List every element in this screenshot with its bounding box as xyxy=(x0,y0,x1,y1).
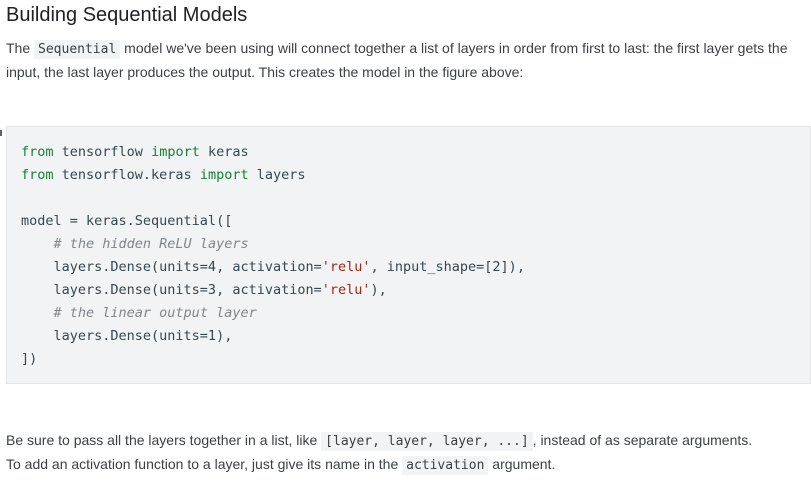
code-token: layers.Dense(units=1), xyxy=(21,328,233,344)
code-token: keras xyxy=(199,144,249,160)
code-token: import xyxy=(199,167,249,183)
outro-text-2-post: argument. xyxy=(488,456,556,472)
code-block[interactable]: from tensorflow import keras from tensorf… xyxy=(6,126,811,384)
intro-paragraph: The Sequential model we've been using wi… xyxy=(6,37,806,84)
code-line: layers.Dense(units=3, activation='relu')… xyxy=(21,279,525,302)
code-token: layers xyxy=(248,167,306,183)
code-token: 'relu' xyxy=(321,282,371,298)
inline-code-layer-list: [layer, layer, layer, ...] xyxy=(321,432,533,451)
intro-text-post: model we've been using will connect toge… xyxy=(6,40,788,80)
outro-text-2-pre: To add an activation function to a layer… xyxy=(6,456,403,472)
section-heading: Building Sequential Models xyxy=(6,4,248,26)
code-line: layers.Dense(units=4, activation='relu',… xyxy=(21,256,525,279)
code-line: from tensorflow import keras xyxy=(21,141,525,164)
code-token: # the linear output layer xyxy=(53,305,257,321)
code-token: tensorflow.keras xyxy=(53,167,200,183)
code-token: layers.Dense(units=4, activation= xyxy=(21,259,322,275)
code-token: # the hidden ReLU layers xyxy=(53,236,249,252)
code-token: ]) xyxy=(21,351,38,367)
code-token: , input_shape=[2]), xyxy=(370,259,525,275)
code-token: ), xyxy=(370,282,387,298)
outro-text-1-pre: Be sure to pass all the layers together … xyxy=(6,432,322,448)
code-content[interactable]: from tensorflow import keras from tensorf… xyxy=(21,141,525,371)
intro-text-pre: The xyxy=(6,40,35,56)
code-line: # the hidden ReLU layers xyxy=(21,233,525,256)
outro-paragraph: Be sure to pass all the layers together … xyxy=(6,429,806,477)
code-token: model = keras.Sequential([ xyxy=(21,213,233,229)
code-token: from xyxy=(21,167,54,183)
code-line: layers.Dense(units=1), xyxy=(21,325,525,348)
code-token: 'relu' xyxy=(321,259,371,275)
code-line: model = keras.Sequential([ xyxy=(21,210,525,233)
code-token: tensorflow xyxy=(53,144,152,160)
code-token: from xyxy=(21,144,54,160)
code-token: import xyxy=(151,144,200,160)
inline-code-activation: activation xyxy=(402,456,489,475)
inline-code-sequential: Sequential xyxy=(34,40,121,59)
edge-marker xyxy=(0,130,2,136)
code-token: layers.Dense(units=3, activation= xyxy=(21,282,322,298)
outro-text-1-post: , instead of as separate arguments. xyxy=(532,432,753,448)
code-line: ]) xyxy=(21,348,525,371)
code-line: # the linear output layer xyxy=(21,302,525,325)
code-line: from tensorflow.keras import layers xyxy=(21,164,525,187)
